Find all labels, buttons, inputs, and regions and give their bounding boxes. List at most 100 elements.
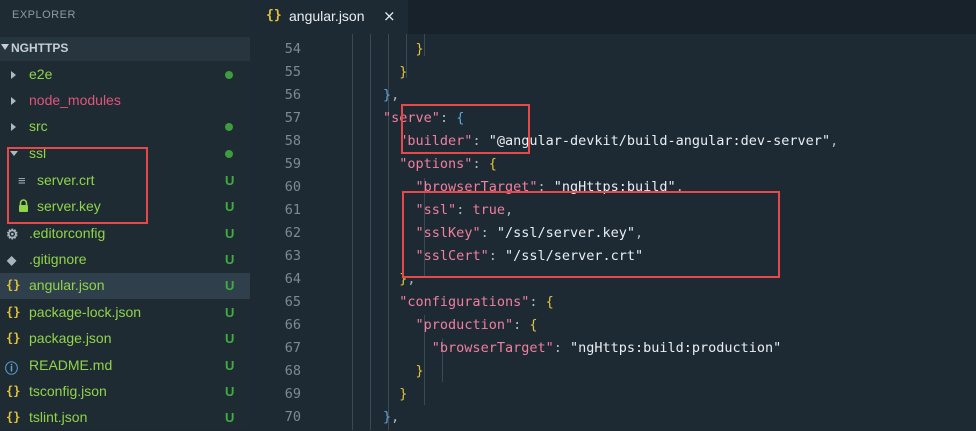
code-text: "options": {: [399, 156, 497, 172]
tree-item-label: tslint.json: [29, 409, 88, 425]
chevron-right-icon: [11, 123, 16, 131]
tree-item-label: .gitignore: [29, 251, 87, 267]
tab-bar: {} angular.json ×: [250, 0, 976, 34]
code-line: 66 "production": {: [250, 314, 976, 337]
line-number: 59: [284, 156, 301, 172]
tree-item-label: src: [29, 118, 48, 134]
json-key: "builder": [399, 133, 473, 149]
json-braces-icon: {}: [6, 410, 21, 424]
modified-dot-icon: [225, 123, 233, 131]
untracked-badge: U: [225, 252, 235, 267]
untracked-badge: U: [225, 305, 235, 320]
tree-item-tsconfig-json[interactable]: {} tsconfig.json U: [0, 379, 250, 405]
modified-dot-icon: [225, 150, 233, 158]
code-text: "browserTarget": "ngHttps:build",: [415, 179, 684, 195]
json-braces-icon: {}: [6, 384, 21, 398]
line-number: 56: [284, 87, 301, 103]
tree-item-e2e[interactable]: e2e: [0, 62, 250, 88]
tree-item-gitignore[interactable]: ◆ .gitignore U: [0, 247, 250, 273]
code-line: 58 "builder": "@angular-devkit/build-ang…: [250, 130, 976, 153]
untracked-badge: U: [225, 331, 235, 346]
json-key: "options": [399, 156, 473, 172]
tree-item-package-json[interactable]: {} package.json U: [0, 326, 250, 352]
code-line: 63 "sslCert": "/ssl/server.crt": [250, 245, 976, 268]
tree-item-package-lock-json[interactable]: {} package-lock.json U: [0, 300, 250, 326]
tab-angular-json[interactable]: {} angular.json ×: [250, 0, 408, 34]
line-number: 65: [284, 294, 301, 310]
code-text: },: [399, 271, 416, 287]
info-icon: ⓘ: [5, 361, 19, 376]
tree-item-server-crt[interactable]: ≡ server.crt U: [0, 168, 250, 194]
tree-item-label: tsconfig.json: [29, 383, 107, 399]
code-text: "configurations": {: [399, 294, 554, 310]
json-string: "ngHttps:build": [553, 179, 676, 195]
project-folder-header[interactable]: NGHTTPS: [0, 37, 250, 61]
chevron-down-icon: [10, 151, 18, 156]
code-text: }: [415, 363, 424, 379]
untracked-badge: U: [225, 226, 235, 241]
line-number: 66: [284, 317, 301, 333]
tree-item-tslint-json[interactable]: {} tslint.json U: [0, 405, 250, 431]
untracked-badge: U: [225, 358, 235, 373]
tree-item-label: server.key: [37, 198, 101, 214]
tree-item-angular-json[interactable]: {} angular.json U: [0, 273, 250, 299]
json-braces-icon: {}: [6, 331, 21, 345]
chevron-down-icon: [1, 44, 9, 50]
json-key: "browserTarget": [415, 179, 538, 195]
tree-item-label: server.crt: [37, 172, 95, 188]
lock-icon: [18, 199, 29, 215]
line-number: 61: [284, 202, 301, 218]
tree-item-ssl[interactable]: ssl: [0, 141, 250, 167]
untracked-badge: U: [225, 199, 235, 214]
json-braces-icon: {}: [6, 278, 21, 292]
line-number: 64: [284, 271, 301, 287]
line-number: 68: [284, 363, 301, 379]
json-key: "production": [415, 317, 514, 333]
chevron-right-icon: [11, 71, 16, 79]
untracked-badge: U: [225, 278, 235, 293]
gear-icon: ⚙: [6, 226, 19, 242]
close-icon[interactable]: ×: [383, 7, 396, 25]
code-line: 56 },: [250, 84, 976, 107]
code-text: "builder": "@angular-devkit/build-angula…: [399, 133, 839, 149]
json-key: "configurations": [399, 294, 530, 310]
code-line: 61 "ssl": true,: [250, 199, 976, 222]
code-line: 65 "configurations": {: [250, 291, 976, 314]
code-line: 67 "browserTarget": "ngHttps:build:produ…: [250, 337, 976, 360]
tree-item-readme[interactable]: ⓘ README.md U: [0, 353, 250, 379]
json-key: "ssl": [415, 202, 457, 218]
tree-item-label: package-lock.json: [29, 304, 142, 320]
code-text: "sslKey": "/ssl/server.key",: [415, 225, 644, 241]
code-text: },: [383, 409, 400, 425]
json-key: "sslKey": [415, 225, 481, 241]
tree-item-label: .editorconfig: [29, 225, 106, 241]
code-line: 70 },: [250, 406, 976, 429]
tree-item-server-key[interactable]: server.key U: [0, 194, 250, 220]
line-number: 60: [284, 179, 301, 195]
code-text: },: [383, 87, 400, 103]
code-line: 69 }: [250, 383, 976, 406]
json-string: "/ssl/server.crt": [504, 248, 644, 264]
tree-item-node-modules[interactable]: node_modules: [0, 88, 250, 114]
line-number: 70: [284, 409, 301, 425]
code-text: "sslCert": "/ssl/server.crt": [415, 248, 644, 264]
tree-item-label: ssl: [29, 145, 47, 161]
json-key: "serve": [383, 110, 440, 126]
tree-item-label: node_modules: [29, 92, 121, 108]
code-line: 62 "sslKey": "/ssl/server.key",: [250, 222, 976, 245]
code-text: "serve": {: [383, 110, 465, 126]
editor-pane: {} angular.json × 54 } 55 } 56 }, 57 "se…: [250, 0, 976, 430]
explorer-sidebar: EXPLORER NGHTTPS e2e node_modules src ss…: [0, 0, 250, 429]
json-boolean: true: [472, 202, 505, 218]
tree-item-src[interactable]: src: [0, 114, 250, 140]
modified-dot-icon: [225, 71, 233, 79]
tree-item-editorconfig[interactable]: ⚙ .editorconfig U: [0, 221, 250, 247]
code-line: 59 "options": {: [250, 153, 976, 176]
tree-item-label: angular.json: [29, 277, 105, 293]
code-line: 64 },: [250, 268, 976, 291]
line-number: 58: [284, 133, 301, 149]
untracked-badge: U: [225, 410, 235, 425]
code-line: 57 "serve": {: [250, 107, 976, 130]
code-line: 68 }: [250, 360, 976, 383]
line-number: 57: [284, 110, 301, 126]
